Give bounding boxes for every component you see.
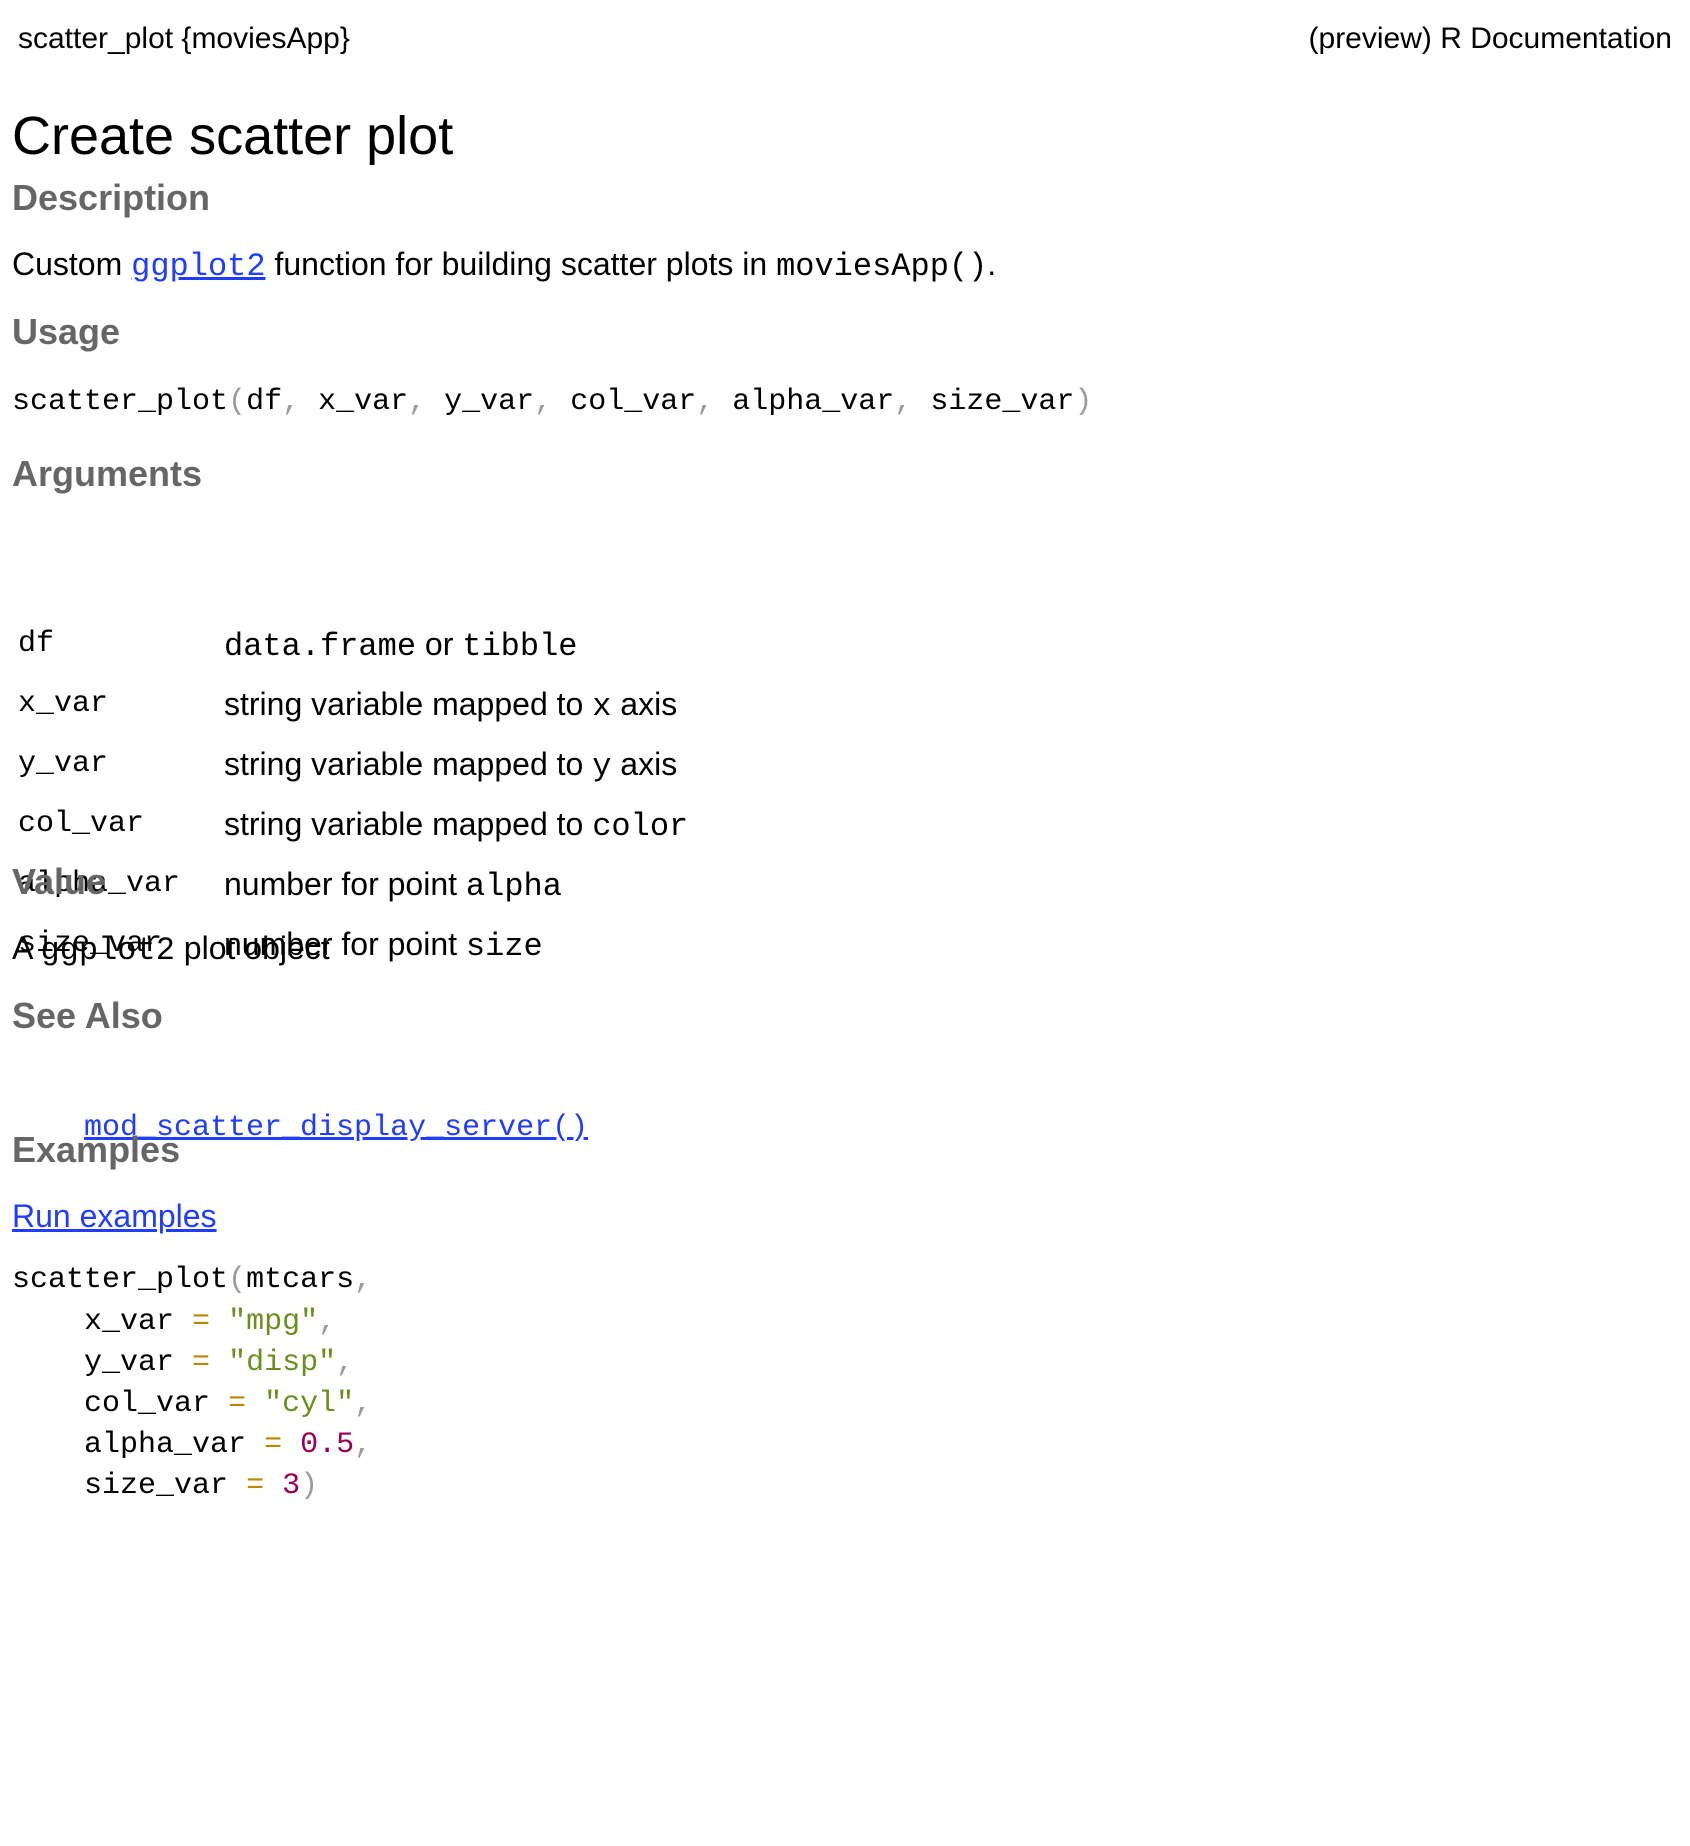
example-assignment-operator: = <box>264 1428 283 1462</box>
usage-close-paren: ) <box>1074 385 1093 419</box>
usage-comma: , <box>534 385 553 419</box>
example-argument-value: 3 <box>282 1469 301 1503</box>
argument-row: col_var string variable mapped to color <box>18 794 778 854</box>
usage-argument: size_var <box>930 385 1075 419</box>
usage-comma: , <box>282 385 301 419</box>
examples-heading: Examples <box>12 1129 181 1170</box>
description-text: Custom ggplot2 function for building sca… <box>12 242 996 289</box>
argument-row: df data.frame or tibble <box>18 614 778 674</box>
usage-code: scatter_plot(df, x_var, y_var, col_var, … <box>12 380 1092 424</box>
documentation-page: scatter_plot {moviesApp} (preview) R Doc… <box>0 0 1690 1846</box>
documentation-source-label: (preview) R Documentation <box>1308 22 1672 55</box>
example-code-line: y_var = "disp", <box>12 1341 354 1385</box>
usage-argument: y_var <box>444 385 535 419</box>
argument-row: alpha_var number for point alpha <box>18 854 778 914</box>
example-data-argument: mtcars <box>246 1263 355 1297</box>
argument-description: string variable mapped to x axis <box>224 674 677 737</box>
ggplot2-code: ggplot2 <box>40 932 175 969</box>
example-argument-name: y_var <box>84 1346 175 1380</box>
page-title: Create scatter plot <box>12 106 454 166</box>
example-argument-name: x_var <box>84 1305 175 1339</box>
argument-name: df <box>18 627 55 661</box>
usage-heading: Usage <box>12 311 121 352</box>
argument-description-part: y <box>592 748 612 785</box>
argument-description: string variable mapped to color <box>224 794 688 857</box>
argument-description-part: tibble <box>462 628 578 665</box>
example-code-line: x_var = "mpg", <box>12 1300 336 1344</box>
argument-description: data.frame or tibble <box>224 614 577 677</box>
example-argument-name: col_var <box>84 1387 211 1421</box>
example-code-line: alpha_var = 0.5, <box>12 1423 372 1467</box>
description-suffix: . <box>987 246 997 282</box>
example-comma: , <box>354 1263 373 1297</box>
run-examples-line: Run examples <box>12 1194 217 1238</box>
example-trailing-punctuation: , <box>354 1428 373 1462</box>
usage-argument: col_var <box>570 385 697 419</box>
example-code-line: col_var = "cyl", <box>12 1382 372 1426</box>
argument-name: x_var <box>18 687 109 721</box>
see-also-heading: See Also <box>12 995 163 1036</box>
argument-description-part: alpha <box>465 868 562 905</box>
value-text: A ggplot2 plot object <box>12 926 330 973</box>
example-code-line: size_var = 3) <box>12 1464 318 1508</box>
argument-name: y_var <box>18 747 109 781</box>
example-argument-value: "disp" <box>228 1346 337 1380</box>
argument-description-part: axis <box>611 686 678 722</box>
description-heading: Description <box>12 177 211 218</box>
description-prefix: Custom <box>12 246 123 282</box>
example-argument-value: "cyl" <box>264 1387 355 1421</box>
argument-description-part: x <box>592 688 612 725</box>
run-examples-link[interactable]: Run examples <box>12 1198 217 1234</box>
usage-open-paren: ( <box>228 385 247 419</box>
value-heading: Value <box>12 861 107 902</box>
argument-description-part: data.frame <box>224 628 417 665</box>
argument-row: y_var string variable mapped to y axis <box>18 734 778 794</box>
argument-description-part: or <box>416 626 463 662</box>
example-code-line: scatter_plot(mtcars, <box>12 1258 372 1302</box>
example-assignment-operator: = <box>246 1469 265 1503</box>
ggplot2-link[interactable]: ggplot2 <box>131 248 265 285</box>
argument-row: x_var string variable mapped to x axis <box>18 674 778 734</box>
argument-description: string variable mapped to y axis <box>224 734 677 797</box>
example-argument-value: 0.5 <box>300 1428 355 1462</box>
example-trailing-punctuation: , <box>336 1346 355 1380</box>
example-function-name: scatter_plot <box>12 1263 229 1297</box>
documentation-header: scatter_plot {moviesApp} (preview) R Doc… <box>18 18 1672 60</box>
package-topic-label: scatter_plot {moviesApp} <box>18 22 350 55</box>
example-trailing-punctuation: ) <box>300 1469 319 1503</box>
example-argument-name: size_var <box>84 1469 229 1503</box>
movies-app-code: moviesApp() <box>776 248 988 285</box>
example-argument-value: "mpg" <box>228 1305 319 1339</box>
arguments-heading: Arguments <box>12 453 203 494</box>
argument-description-part: string variable mapped to <box>224 686 593 722</box>
value-prefix: A <box>12 930 32 966</box>
usage-comma: , <box>696 385 715 419</box>
example-assignment-operator: = <box>192 1305 211 1339</box>
example-trailing-punctuation: , <box>318 1305 337 1339</box>
example-assignment-operator: = <box>228 1387 247 1421</box>
arguments-table: df data.frame or tibble x_var string variab… <box>18 614 778 974</box>
argument-description-part: axis <box>611 746 678 782</box>
argument-description-part: color <box>592 808 689 845</box>
usage-comma: , <box>408 385 427 419</box>
example-open-paren: ( <box>228 1263 247 1297</box>
argument-description-part: number for point <box>224 866 466 902</box>
usage-argument: alpha_var <box>732 385 895 419</box>
usage-argument: x_var <box>318 385 409 419</box>
description-middle: function for building scatter plots in <box>274 246 768 282</box>
value-suffix: plot object <box>183 930 330 966</box>
usage-comma: , <box>894 385 913 419</box>
argument-name: col_var <box>18 807 145 841</box>
usage-function-name: scatter_plot <box>12 385 229 419</box>
argument-description: number for point alpha <box>224 854 562 917</box>
argument-description-part: string variable mapped to <box>224 806 593 842</box>
argument-description-part: size <box>465 928 543 965</box>
example-trailing-punctuation: , <box>354 1387 373 1421</box>
example-assignment-operator: = <box>192 1346 211 1380</box>
example-argument-name: alpha_var <box>84 1428 247 1462</box>
usage-argument: df <box>246 385 283 419</box>
argument-description-part: string variable mapped to <box>224 746 593 782</box>
